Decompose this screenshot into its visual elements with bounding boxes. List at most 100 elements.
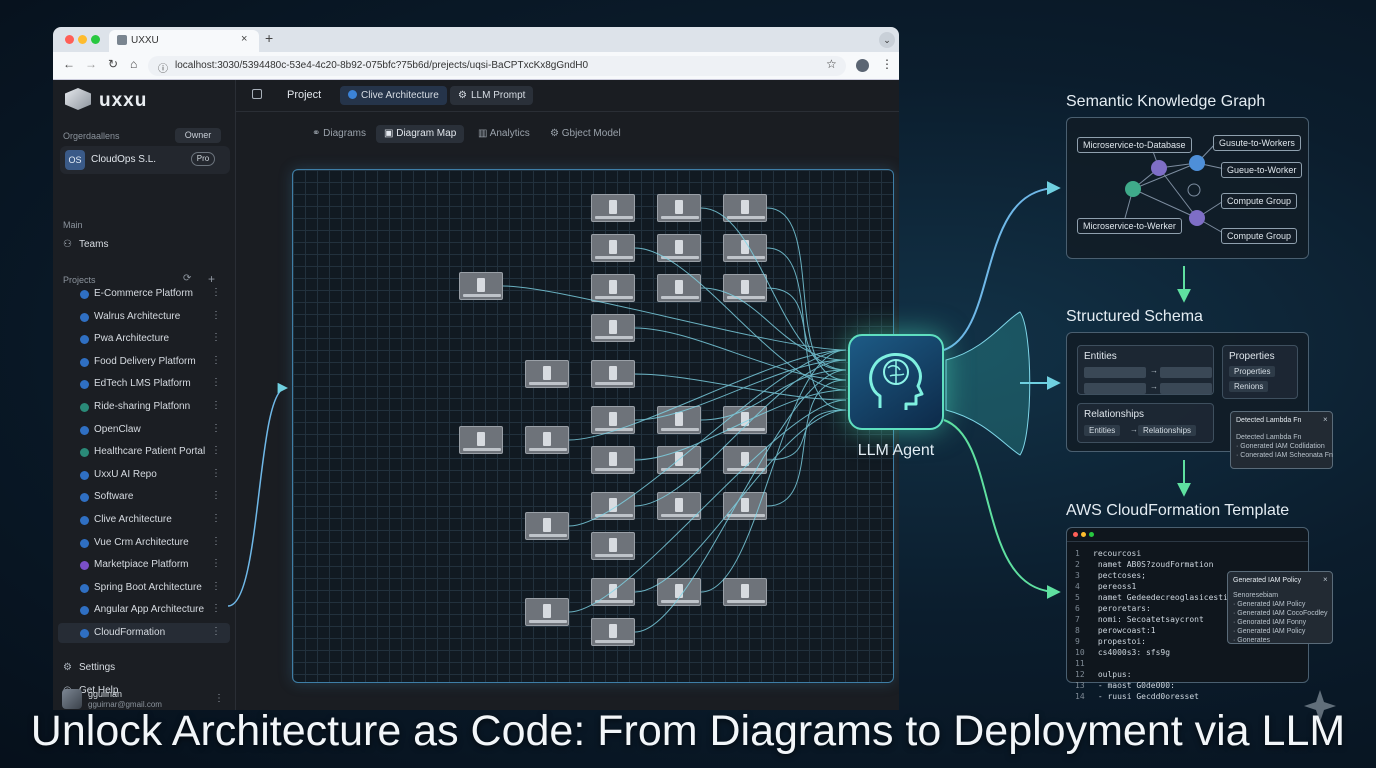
project-more-icon[interactable]: ⋮ — [211, 626, 221, 637]
project-item[interactable]: OpenClaw ⋮ — [58, 420, 230, 440]
user-more-icon[interactable]: ⋮ — [214, 693, 224, 704]
tab-close-button[interactable]: × — [241, 33, 247, 45]
diagram-node[interactable] — [657, 234, 701, 262]
project-more-icon[interactable]: ⋮ — [211, 581, 221, 592]
project-more-icon[interactable]: ⋮ — [211, 400, 221, 411]
diagram-node[interactable] — [723, 194, 767, 222]
diagram-node[interactable] — [591, 492, 635, 520]
toggle-sidebar-icon[interactable] — [252, 89, 262, 99]
diagram-node[interactable] — [591, 314, 635, 342]
node-label-bar — [595, 216, 633, 219]
project-item[interactable]: Food Delivery Platform ⋮ — [58, 352, 230, 372]
project-more-icon[interactable]: ⋮ — [211, 513, 221, 524]
main-area: Project Clive Architecture ⚙ LLM Prompt ⚭… — [236, 80, 899, 710]
new-tab-button[interactable]: + — [265, 30, 273, 46]
diagram-node[interactable] — [657, 274, 701, 302]
project-more-icon[interactable]: ⋮ — [211, 468, 221, 479]
project-more-icon[interactable]: ⋮ — [211, 490, 221, 501]
back-icon[interactable]: ← — [63, 57, 75, 71]
forward-icon[interactable]: → — [85, 57, 97, 71]
tab-object-model[interactable]: ⚙ Gbject Model — [542, 125, 629, 143]
project-more-icon[interactable]: ⋮ — [211, 332, 221, 343]
project-item[interactable]: Vue Crm Architecture ⋮ — [58, 533, 230, 553]
relationships-title: Relationships — [1084, 409, 1145, 420]
project-item[interactable]: Ride-sharing Platfonn ⋮ — [58, 397, 230, 417]
llm-prompt-chip[interactable]: ⚙ LLM Prompt — [450, 86, 534, 105]
project-more-icon[interactable]: ⋮ — [211, 377, 221, 388]
tab-search-icon[interactable]: ⌄ — [879, 32, 895, 48]
tab-analytics[interactable]: ▥ Analytics — [470, 125, 538, 143]
popup-close-icon[interactable]: × — [1323, 415, 1328, 424]
minimize-window-icon[interactable] — [78, 35, 87, 44]
diagram-node[interactable] — [525, 360, 569, 388]
diagram-node[interactable] — [723, 274, 767, 302]
project-item[interactable]: EdTech LMS Platform ⋮ — [58, 374, 230, 394]
diagram-node[interactable] — [657, 446, 701, 474]
home-icon[interactable]: ⌂ — [130, 57, 137, 71]
project-more-icon[interactable]: ⋮ — [211, 445, 221, 456]
diagram-node[interactable] — [723, 406, 767, 434]
tab-diagram-map[interactable]: ▣ Diagram Map — [376, 125, 465, 143]
project-more-icon[interactable]: ⋮ — [211, 355, 221, 366]
profile-avatar-icon[interactable] — [856, 59, 869, 72]
diagram-node[interactable] — [591, 406, 635, 434]
diagram-map-canvas[interactable] — [292, 169, 894, 683]
project-item[interactable]: UxxU AI Repo ⋮ — [58, 465, 230, 485]
project-item[interactable]: Walrus Architecture ⋮ — [58, 307, 230, 327]
llm-agent-node[interactable] — [848, 334, 944, 430]
project-more-icon[interactable]: ⋮ — [211, 287, 221, 298]
address-bar[interactable]: ⓘ localhost:3030/5394480c-53e4-4c20-8b92… — [148, 56, 846, 76]
browser-tab[interactable]: UXXU × — [109, 30, 259, 52]
sidebar-item-teams[interactable]: ⚇ Teams — [63, 239, 108, 250]
diagram-node[interactable] — [591, 274, 635, 302]
breadcrumb-project[interactable]: Project — [287, 89, 321, 101]
diagram-node[interactable] — [525, 426, 569, 454]
browser-menu-icon[interactable]: ⋮ — [881, 57, 893, 71]
diagram-node[interactable] — [657, 492, 701, 520]
sidebar-item-settings[interactable]: ⚙ Settings — [63, 662, 115, 673]
close-window-icon[interactable] — [65, 35, 74, 44]
project-more-icon[interactable]: ⋮ — [211, 558, 221, 569]
diagram-node[interactable] — [657, 194, 701, 222]
diagram-node[interactable] — [591, 446, 635, 474]
diagram-node[interactable] — [723, 234, 767, 262]
diagram-node[interactable] — [591, 532, 635, 560]
active-project-chip[interactable]: Clive Architecture — [340, 86, 447, 105]
project-item[interactable]: Pwa Architecture ⋮ — [58, 329, 230, 349]
diagram-node[interactable] — [591, 618, 635, 646]
diagram-node[interactable] — [723, 492, 767, 520]
user-avatar[interactable] — [62, 689, 82, 709]
project-item[interactable]: CloudFormation ⋮ — [58, 623, 230, 643]
project-item[interactable]: Healthcare Patient Portal ⋮ — [58, 442, 230, 462]
maximize-window-icon[interactable] — [91, 35, 100, 44]
reload-icon[interactable]: ↻ — [108, 57, 118, 71]
diagram-node[interactable] — [723, 446, 767, 474]
diagram-node[interactable] — [459, 272, 503, 300]
diagram-node[interactable] — [591, 234, 635, 262]
project-more-icon[interactable]: ⋮ — [211, 536, 221, 547]
diagram-node[interactable] — [657, 578, 701, 606]
project-item[interactable]: E-Commerce Platform ⋮ — [58, 284, 230, 304]
popup-close-icon[interactable]: × — [1323, 575, 1328, 584]
diagram-node[interactable] — [657, 406, 701, 434]
tab-diagrams[interactable]: ⚭ Diagrams — [304, 125, 374, 143]
project-item[interactable]: Spring Boot Architecture ⋮ — [58, 578, 230, 598]
diagram-node[interactable] — [591, 578, 635, 606]
project-more-icon[interactable]: ⋮ — [211, 603, 221, 614]
project-item[interactable]: Software ⋮ — [58, 487, 230, 507]
organization-switcher[interactable]: OS CloudOps S.L. Pro — [60, 146, 230, 174]
refresh-projects-icon[interactable]: ⟳ — [183, 273, 191, 284]
diagram-node[interactable] — [591, 194, 635, 222]
diagram-node[interactable] — [525, 512, 569, 540]
project-item[interactable]: Clive Architecture ⋮ — [58, 510, 230, 530]
diagram-node[interactable] — [723, 578, 767, 606]
bookmark-star-icon[interactable]: ☆ — [826, 57, 837, 71]
project-more-icon[interactable]: ⋮ — [211, 310, 221, 321]
diagram-node[interactable] — [459, 426, 503, 454]
project-item[interactable]: Angular App Architecture ⋮ — [58, 600, 230, 620]
site-info-icon[interactable]: ⓘ — [158, 60, 168, 75]
diagram-node[interactable] — [525, 598, 569, 626]
diagram-node[interactable] — [591, 360, 635, 388]
project-more-icon[interactable]: ⋮ — [211, 423, 221, 434]
project-item[interactable]: Marketpiace Platform ⋮ — [58, 555, 230, 575]
